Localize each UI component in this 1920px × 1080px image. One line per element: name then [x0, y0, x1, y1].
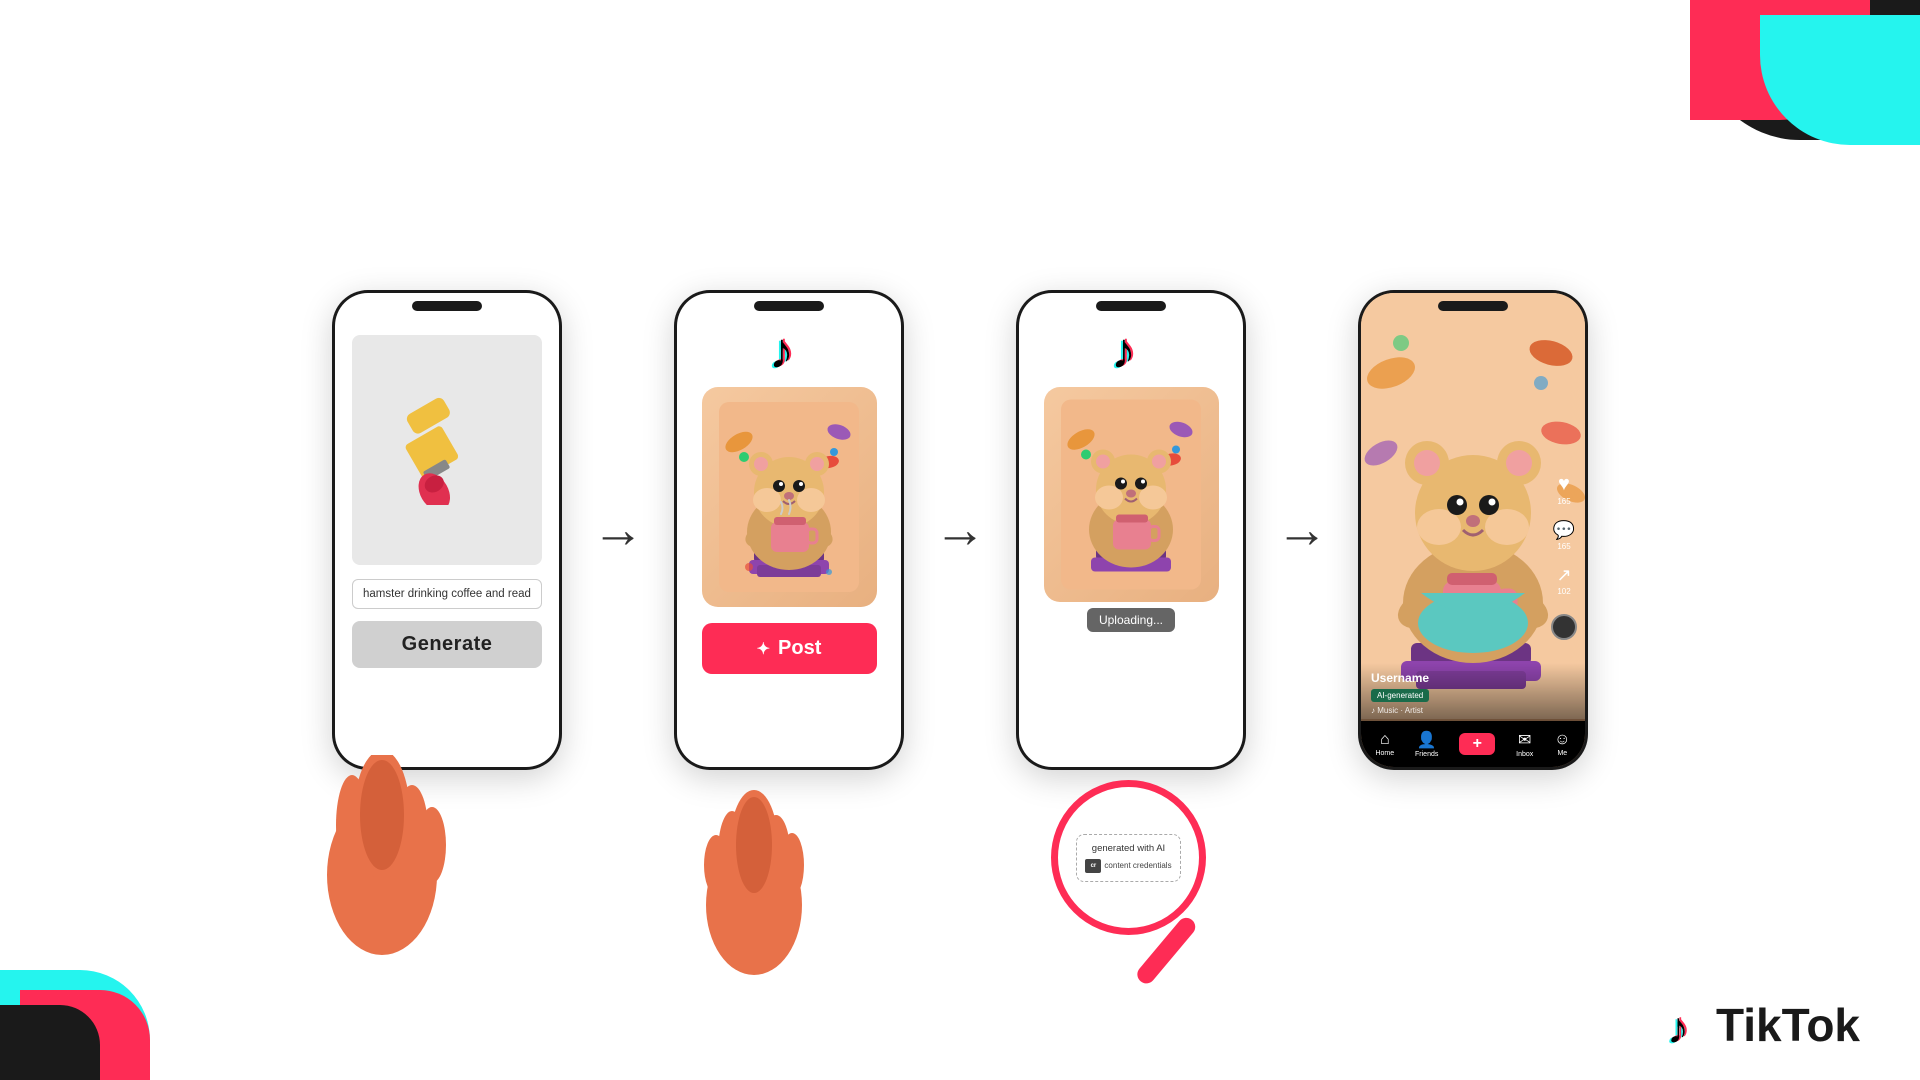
- tiktok-logo-icon2: ♪ ♪ ♪: [1106, 321, 1156, 377]
- phone3-inner: ♪ ♪ ♪: [1019, 293, 1243, 767]
- tiktok-logo-icon: ♪ ♪ ♪: [764, 321, 814, 377]
- post-star-icon: ✦: [757, 639, 770, 659]
- hamster-card-phone2: [702, 387, 877, 607]
- share-button[interactable]: ↗ 102: [1556, 565, 1571, 596]
- music-disc: [1551, 614, 1577, 640]
- svg-text:♪: ♪: [1667, 1004, 1689, 1050]
- inbox-icon: ✉: [1518, 730, 1531, 750]
- nav-create[interactable]: +: [1459, 733, 1495, 755]
- arrow3: →: [1276, 500, 1328, 560]
- arrow1: →: [592, 500, 644, 560]
- phone2-inner: ♪ ♪ ♪: [677, 293, 901, 767]
- phone3: ♪ ♪ ♪: [1016, 290, 1246, 770]
- main-container: hamster drinking coffee and reading Gene…: [0, 0, 1920, 1080]
- phone2-content: ♪ ♪ ♪: [677, 293, 901, 767]
- hand2-icon: [684, 765, 824, 975]
- like-button[interactable]: ♥ 165: [1557, 473, 1570, 506]
- phone4: ♥ 165 💬 165 ↗ 102: [1358, 290, 1588, 770]
- ai-canvas: [352, 335, 542, 565]
- phone2-wrapper: ♪ ♪ ♪: [674, 290, 904, 770]
- phone4-inner: ♥ 165 💬 165 ↗ 102: [1361, 293, 1585, 767]
- hamster-card-phone3: [1044, 387, 1219, 602]
- phone3-wrapper: ♪ ♪ ♪: [1016, 290, 1246, 770]
- like-count: 165: [1557, 497, 1570, 506]
- hand1-pointing: [302, 755, 462, 960]
- hamster-illustration: [719, 402, 859, 592]
- phone4-wrapper: ♥ 165 💬 165 ↗ 102: [1358, 290, 1588, 770]
- nav-me[interactable]: ☺ Me: [1554, 731, 1570, 757]
- hand2-pointing: [684, 765, 824, 980]
- phone1-content: hamster drinking coffee and reading Gene…: [335, 293, 559, 767]
- tiktok-logo-phone2: ♪ ♪ ♪: [764, 321, 814, 377]
- hand1-icon: [302, 755, 462, 955]
- comment-button[interactable]: 💬 165: [1553, 520, 1575, 551]
- post-label: Post: [778, 637, 821, 660]
- tiktok-brand-text: TikTok: [1716, 998, 1860, 1052]
- nav-inbox[interactable]: ✉ Inbox: [1516, 730, 1533, 758]
- paintbrush-icon: [397, 395, 497, 505]
- home-icon: ⌂: [1380, 731, 1390, 749]
- svg-text:♪: ♪: [1111, 323, 1136, 377]
- phone2-notch: [754, 301, 824, 311]
- content-credentials-badge: cr content credentials: [1085, 859, 1171, 873]
- magnifying-glass: generated with AI cr content credentials: [1051, 780, 1211, 1000]
- tiktok-brand-logo-icon: ♪ ♪ ♪: [1664, 1000, 1708, 1050]
- phone3-notch: [1096, 301, 1166, 311]
- ai-generated-badge: AI-generated: [1371, 689, 1429, 702]
- post-button[interactable]: ✦ Post: [702, 623, 877, 674]
- tiktok-brand-footer: ♪ ♪ ♪ TikTok: [1664, 998, 1860, 1052]
- music-info: ♪ Music · Artist: [1371, 706, 1575, 715]
- prompt-input[interactable]: hamster drinking coffee and reading: [352, 579, 542, 609]
- phone1-wrapper: hamster drinking coffee and reading Gene…: [332, 290, 562, 770]
- hamster-illustration2: [1061, 397, 1201, 592]
- phone1-inner: hamster drinking coffee and reading Gene…: [335, 293, 559, 767]
- phone4-notch: [1438, 301, 1508, 311]
- generate-button[interactable]: Generate: [352, 621, 542, 668]
- comment-count: 165: [1557, 542, 1570, 551]
- tiktok-logo-phone3: ♪ ♪ ♪: [1106, 321, 1156, 377]
- generated-with-ai-text: generated with AI: [1085, 843, 1171, 854]
- corner-decoration-tr: [1640, 0, 1920, 180]
- uploading-badge: Uploading...: [1087, 608, 1175, 632]
- svg-text:♪: ♪: [769, 323, 794, 377]
- tiktok-bottom-nav: ⌂ Home 👤 Friends + ✉ Inbox: [1361, 721, 1585, 767]
- arrow2: →: [934, 500, 986, 560]
- flow-container: hamster drinking coffee and reading Gene…: [332, 290, 1588, 770]
- video-info-overlay: Username AI-generated ♪ Music · Artist: [1361, 663, 1585, 721]
- phone3-content: ♪ ♪ ♪: [1019, 293, 1243, 767]
- tiktok-side-actions: ♥ 165 💬 165 ↗ 102: [1551, 473, 1577, 640]
- phone1: hamster drinking coffee and reading Gene…: [332, 290, 562, 770]
- share-count: 102: [1557, 587, 1570, 596]
- corner-decoration-bl: [0, 930, 200, 1080]
- nav-friends[interactable]: 👤 Friends: [1415, 730, 1438, 758]
- nav-home[interactable]: ⌂ Home: [1375, 731, 1394, 757]
- profile-icon: ☺: [1554, 731, 1570, 749]
- friends-icon: 👤: [1417, 730, 1437, 750]
- username: Username: [1371, 671, 1575, 685]
- phone2: ♪ ♪ ♪: [674, 290, 904, 770]
- phone1-notch: [412, 301, 482, 311]
